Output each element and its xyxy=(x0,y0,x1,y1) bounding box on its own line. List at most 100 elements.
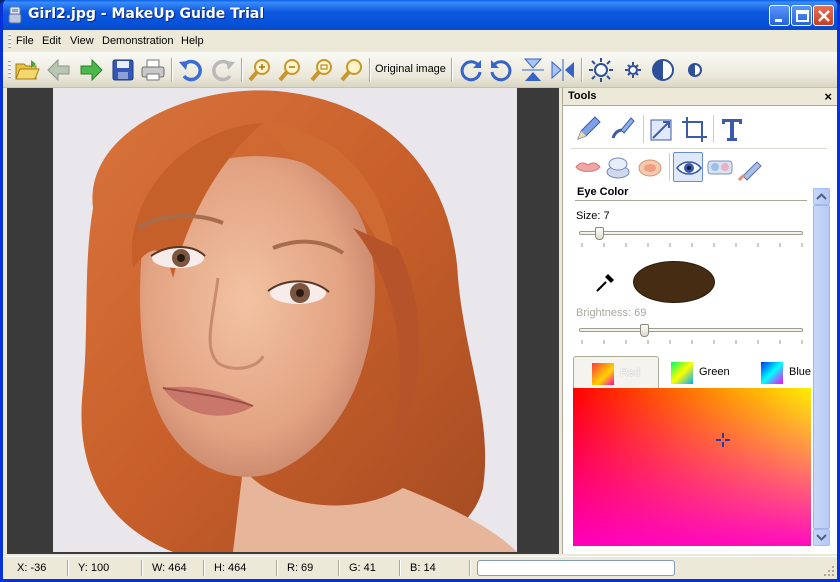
zoom-actual-button[interactable] xyxy=(339,56,367,84)
brightness-down-button[interactable] xyxy=(619,56,647,84)
rotate-cw-button[interactable] xyxy=(457,56,485,84)
scroll-down-icon xyxy=(816,534,827,541)
portrait-photo[interactable] xyxy=(53,88,517,552)
tools-header: Tools × xyxy=(563,88,837,106)
menu-demonstration[interactable]: Demonstration xyxy=(102,35,174,47)
contrast-down-button[interactable] xyxy=(681,56,709,84)
text-icon xyxy=(722,119,742,141)
foundation-tool[interactable] xyxy=(603,152,633,182)
undo-button[interactable] xyxy=(177,56,205,84)
open-button[interactable] xyxy=(13,56,41,84)
menu-file[interactable]: File xyxy=(16,35,34,47)
brush-tool[interactable] xyxy=(607,114,637,144)
blush-tool[interactable] xyxy=(635,152,665,182)
tools-separator xyxy=(669,153,670,181)
title-bar[interactable]: Girl2.jpg - MakeUp Guide Trial xyxy=(3,0,837,30)
tools-title: Tools xyxy=(568,90,597,102)
status-separator xyxy=(203,560,204,576)
mascara-tool[interactable] xyxy=(735,152,765,182)
status-separator xyxy=(67,560,68,576)
crosshair-icon xyxy=(716,433,730,447)
tools-separator xyxy=(643,115,644,143)
redo-icon xyxy=(212,59,235,82)
size-label: Size: 7 xyxy=(576,210,610,222)
eye-color-tool[interactable] xyxy=(673,152,703,182)
status-separator xyxy=(338,560,339,576)
status-h: H: 464 xyxy=(214,562,247,574)
scroll-up-button[interactable] xyxy=(813,188,830,205)
brightness-icon xyxy=(589,58,613,82)
save-button[interactable] xyxy=(109,56,137,84)
status-r: R: 69 xyxy=(287,562,314,574)
contrast-small-icon xyxy=(688,63,702,77)
menu-edit[interactable]: Edit xyxy=(42,35,61,47)
original-image-button[interactable]: Original image xyxy=(375,63,446,75)
flip-vertical-button[interactable] xyxy=(519,56,547,84)
tab-red[interactable]: Red xyxy=(573,356,659,388)
status-bar: X: -36 Y: 100 W: 464 H: 464 R: 69 G: 41 … xyxy=(3,556,837,579)
brightness-slider-track[interactable] xyxy=(579,328,803,332)
toolbar-grip xyxy=(8,60,11,80)
maximize-icon xyxy=(796,10,809,22)
redo-button[interactable] xyxy=(209,56,237,84)
rotate-ccw-button[interactable] xyxy=(487,56,515,84)
toolbar-separator xyxy=(241,58,242,82)
forward-icon xyxy=(80,58,103,82)
zoom-out-button[interactable] xyxy=(277,56,305,84)
size-slider-track[interactable] xyxy=(579,231,803,235)
menu-grip xyxy=(8,34,11,48)
blush-icon xyxy=(638,159,662,177)
tools-divider xyxy=(571,148,827,149)
brightness-button[interactable] xyxy=(587,56,615,84)
text-tool[interactable] xyxy=(717,114,747,144)
image-canvas[interactable] xyxy=(7,88,559,554)
tools-scrollbar[interactable] xyxy=(813,188,830,546)
back-button[interactable] xyxy=(45,56,73,84)
lipstick-tool[interactable] xyxy=(573,152,603,182)
zoom-in-button[interactable] xyxy=(247,56,275,84)
eye-color-swatch[interactable] xyxy=(633,261,715,303)
resize-tool[interactable] xyxy=(647,114,677,144)
print-button[interactable] xyxy=(139,56,167,84)
close-button[interactable] xyxy=(813,5,834,26)
status-w: W: 464 xyxy=(152,562,187,574)
brightness-small-icon xyxy=(625,62,641,78)
zoom-fit-button[interactable] xyxy=(309,56,337,84)
menu-help[interactable]: Help xyxy=(181,35,204,47)
save-icon xyxy=(112,59,134,81)
contrast-button[interactable] xyxy=(649,56,677,84)
tools-close-button[interactable]: × xyxy=(824,89,832,104)
tab-green[interactable]: Green xyxy=(661,356,747,388)
flip-horizontal-button[interactable] xyxy=(549,56,577,84)
pencil-tool[interactable] xyxy=(573,114,603,144)
menu-view[interactable]: View xyxy=(70,35,94,47)
brightness-slider-thumb[interactable] xyxy=(639,324,649,337)
undo-icon xyxy=(179,59,202,82)
minimize-button[interactable] xyxy=(769,5,790,26)
section-rule xyxy=(575,200,807,201)
color-picker-gradient xyxy=(573,388,811,546)
pencil-icon xyxy=(577,116,601,140)
maximize-button[interactable] xyxy=(791,5,812,26)
crop-tool[interactable] xyxy=(679,114,709,144)
status-g: G: 41 xyxy=(349,562,376,574)
size-slider-thumb[interactable] xyxy=(594,227,604,240)
eyedropper-icon[interactable] xyxy=(593,271,617,295)
progress-bar xyxy=(477,560,675,576)
red-gradient-icon xyxy=(592,363,614,385)
window-title: Girl2.jpg - MakeUp Guide Trial xyxy=(28,6,265,22)
color-picker-area[interactable] xyxy=(573,388,811,546)
eye-shadow-tool[interactable] xyxy=(705,152,735,182)
status-separator xyxy=(399,560,400,576)
scroll-thumb[interactable] xyxy=(813,205,830,529)
tab-red-label: Red xyxy=(620,367,641,379)
size-ticks xyxy=(581,243,803,247)
forward-button[interactable] xyxy=(77,56,105,84)
resize-grip-icon[interactable] xyxy=(823,565,835,577)
tab-blue-label: Blue xyxy=(789,366,812,378)
scroll-down-button[interactable] xyxy=(813,529,830,546)
powder-icon xyxy=(606,157,630,179)
tab-blue[interactable]: Blue xyxy=(751,356,813,388)
rotate-cw-icon xyxy=(460,60,482,82)
minimize-icon xyxy=(775,19,782,22)
